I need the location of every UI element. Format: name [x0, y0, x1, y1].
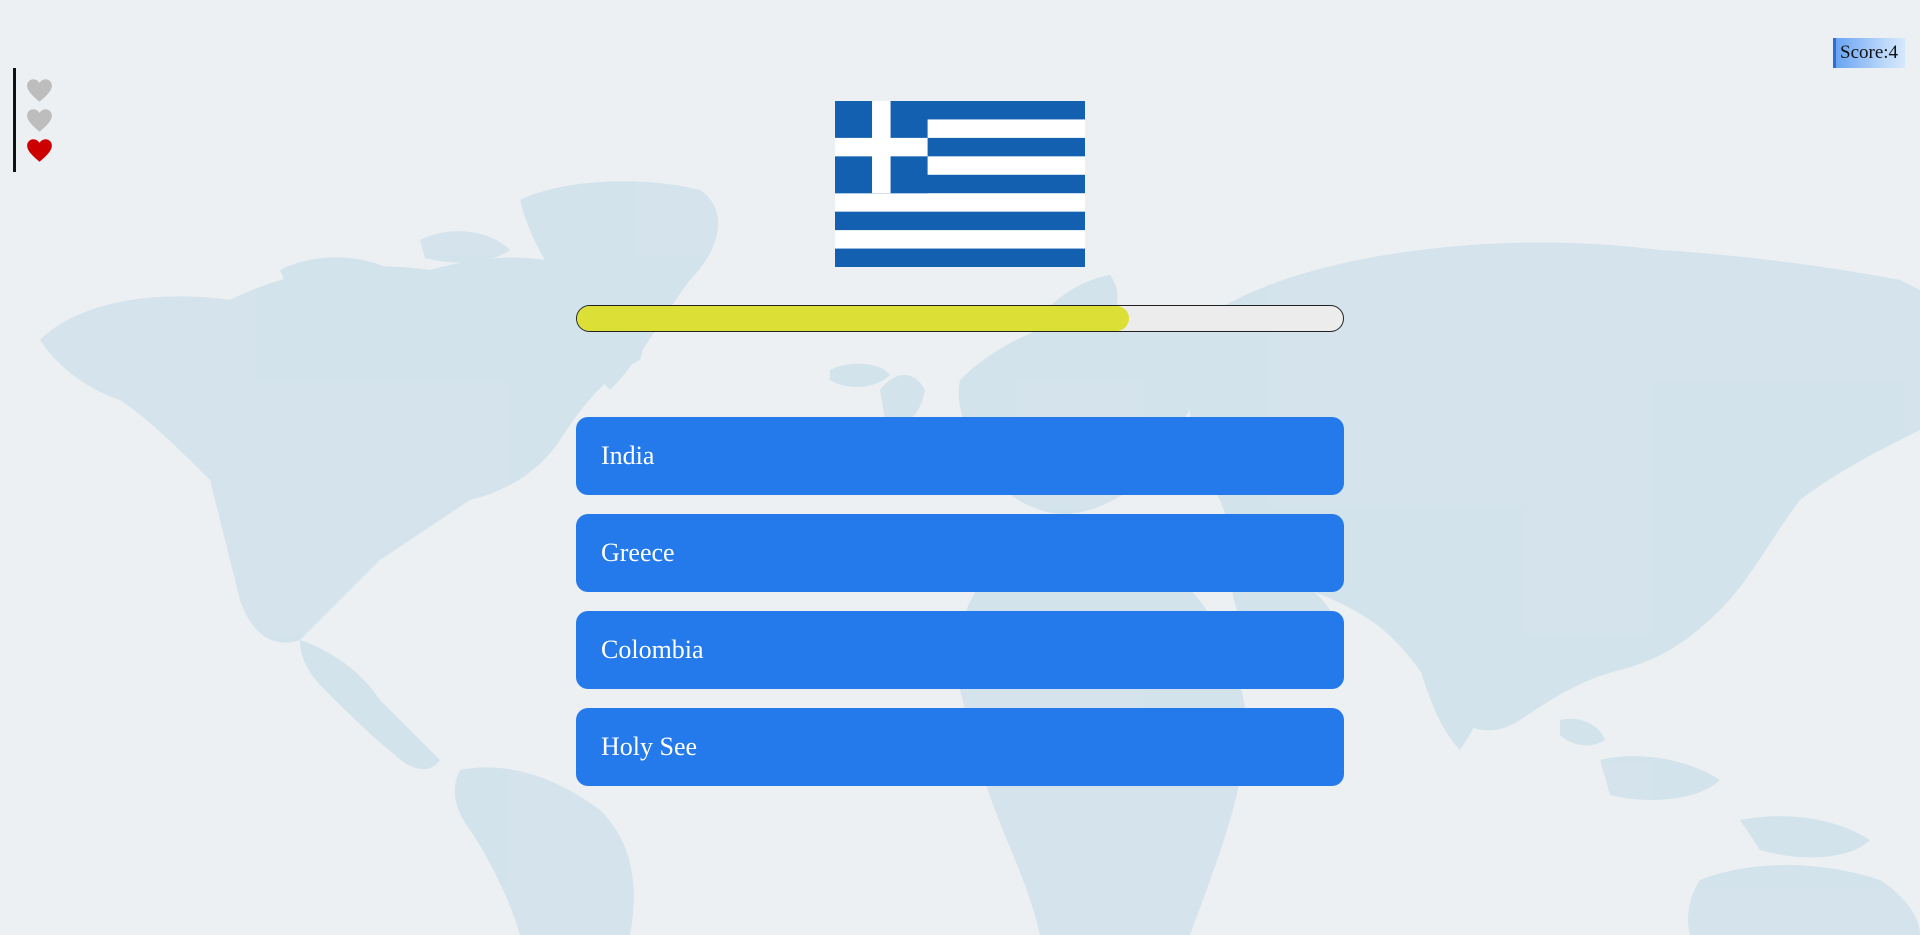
heart-icon	[26, 108, 53, 133]
timer-progress-bar	[576, 305, 1344, 332]
heart-icon	[26, 78, 53, 103]
answer-button-holy-see[interactable]: Holy See	[576, 708, 1344, 786]
lives-indicator	[13, 68, 56, 172]
score-badge: Score:4	[1833, 38, 1905, 68]
heart-icon	[26, 138, 53, 163]
answer-options: India Greece Colombia Holy See	[576, 417, 1344, 805]
greece-flag-icon	[835, 101, 1085, 267]
answer-button-india[interactable]: India	[576, 417, 1344, 495]
timer-progress-fill	[577, 306, 1129, 331]
answer-button-greece[interactable]: Greece	[576, 514, 1344, 592]
answer-button-colombia[interactable]: Colombia	[576, 611, 1344, 689]
